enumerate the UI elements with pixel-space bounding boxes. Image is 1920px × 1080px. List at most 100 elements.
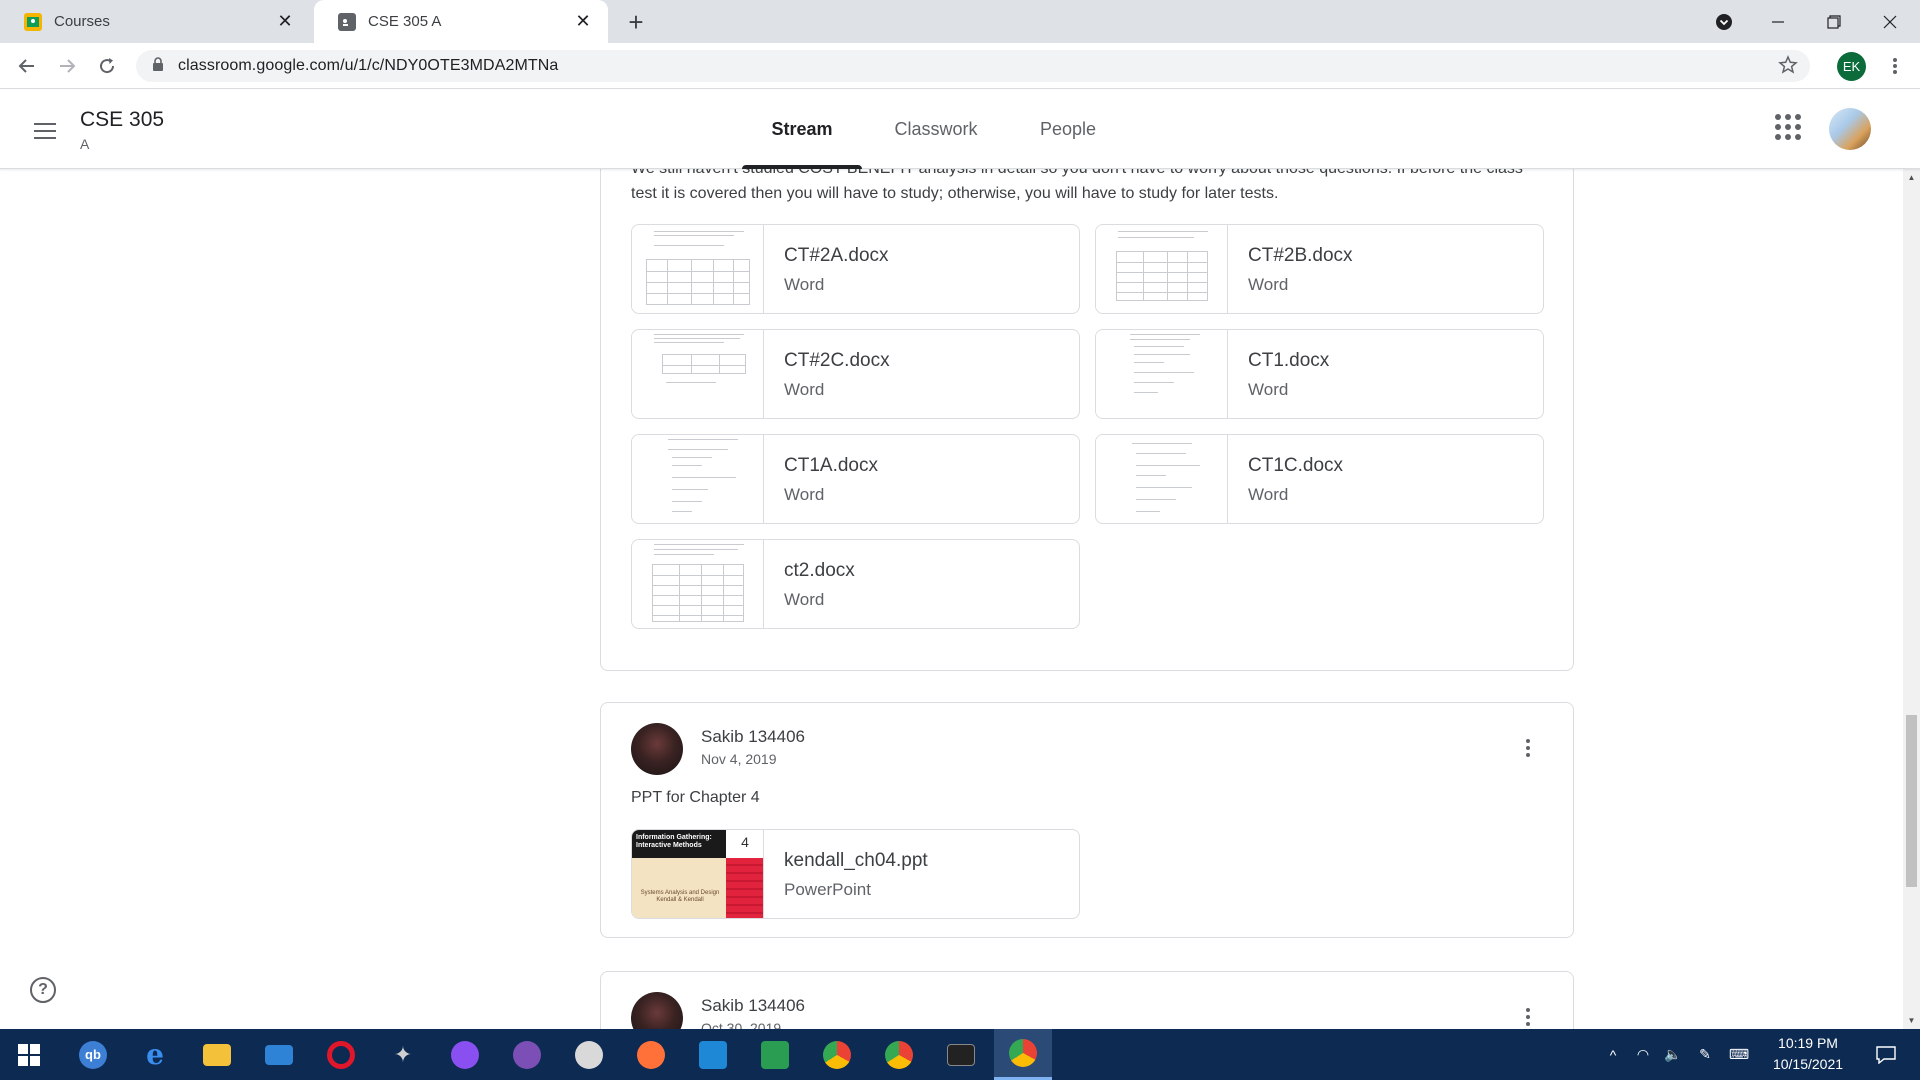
- paint-app-icon[interactable]: [560, 1029, 618, 1080]
- help-icon[interactable]: ?: [30, 977, 56, 1003]
- attachment-ct2[interactable]: ct2.docx Word: [631, 539, 1080, 629]
- attachment-kendall-ch04[interactable]: Information Gathering: Interactive Metho…: [631, 829, 1080, 919]
- address-bar[interactable]: classroom.google.com/u/1/c/NDY0OTE3MDA2M…: [136, 50, 1810, 82]
- class-title[interactable]: CSE 305: [80, 108, 164, 132]
- attachment-type: Word: [1248, 485, 1289, 504]
- post-date[interactable]: Oct 30, 2019: [701, 1020, 781, 1029]
- github-icon[interactable]: [498, 1029, 556, 1080]
- post-options-icon[interactable]: [1513, 1002, 1543, 1029]
- post-options-icon[interactable]: [1513, 733, 1543, 763]
- announcement-text: We still haven't studied COST BENEFIT an…: [631, 169, 1523, 202]
- document-thumbnail: [1096, 435, 1228, 523]
- post-author: Sakib 134406: [701, 727, 805, 746]
- attachment-ct1c[interactable]: CT1C.docx Word: [1095, 434, 1544, 524]
- thumb-caption: Systems Analysis and Design Kendall & Ke…: [640, 890, 720, 903]
- url-text: classroom.google.com/u/1/c/NDY0OTE3MDA2M…: [178, 57, 559, 74]
- document-thumbnail: [632, 435, 764, 523]
- keyboard-icon[interactable]: ⌨: [1724, 1029, 1754, 1080]
- chrome-profile-icon[interactable]: [808, 1029, 866, 1080]
- post-text: PPT for Chapter 4: [631, 789, 760, 806]
- classroom-header: CSE 305 A Stream Classwork People: [0, 90, 1920, 169]
- chrome-icon[interactable]: [870, 1029, 928, 1080]
- account-avatar[interactable]: [1829, 108, 1871, 150]
- qbittorrent-icon[interactable]: qb: [64, 1029, 122, 1080]
- scroll-up-arrow-icon[interactable]: ▲: [1903, 169, 1920, 186]
- scrollbar-thumb[interactable]: [1906, 715, 1917, 887]
- clock-time: 10:19 PM: [1778, 1035, 1838, 1051]
- minimize-window-icon[interactable]: [1750, 0, 1806, 43]
- tab-title: Courses: [54, 13, 110, 30]
- post-date[interactable]: Nov 4, 2019: [701, 751, 777, 767]
- opera-icon[interactable]: [312, 1029, 370, 1080]
- windows-start-icon[interactable]: [0, 1029, 58, 1080]
- attachment-type: Word: [1248, 275, 1289, 294]
- attachment-ct2a[interactable]: CT#2A.docx Word: [631, 224, 1080, 314]
- google-apps-icon[interactable]: [1775, 114, 1801, 140]
- presentation-thumbnail: Information Gathering: Interactive Metho…: [632, 830, 764, 918]
- chrome-profile-avatar[interactable]: EK: [1837, 52, 1866, 81]
- thumb-red-stripes: [726, 858, 763, 918]
- scroll-down-arrow-icon[interactable]: ▼: [1903, 1012, 1920, 1029]
- tab-people[interactable]: People: [1020, 90, 1116, 169]
- stream-content: We still haven't studied COST BENEFIT an…: [0, 169, 1905, 1029]
- file-explorer-icon[interactable]: [188, 1029, 246, 1080]
- vscode-icon[interactable]: [684, 1029, 742, 1080]
- tab-search-icon[interactable]: [1696, 0, 1752, 43]
- document-thumbnail: [1096, 225, 1228, 313]
- browser-tab-courses[interactable]: Courses ✕: [0, 0, 310, 43]
- network-icon[interactable]: ◠: [1630, 1029, 1656, 1080]
- satellite-app-icon[interactable]: ✦: [374, 1029, 432, 1080]
- close-tab-icon[interactable]: ✕: [572, 11, 594, 33]
- tab-stream-label: Stream: [771, 119, 833, 139]
- attachment-type: Word: [784, 590, 825, 609]
- document-thumbnail: [632, 225, 764, 313]
- clock-date: 10/15/2021: [1772, 1056, 1844, 1072]
- thumb-title: Information Gathering: Interactive Metho…: [632, 830, 726, 858]
- tab-people-label: People: [1039, 119, 1097, 139]
- attachment-name: CT#2C.docx: [784, 350, 890, 371]
- windows-taskbar: qb e ✦ ^ ◠ 🔈 ✎ ⌨ 10:19 PM 10/15/2021: [0, 1029, 1920, 1080]
- bookmark-star-icon[interactable]: [1778, 55, 1798, 80]
- chrome-active-window-icon[interactable]: [994, 1029, 1052, 1080]
- attachment-ct1a[interactable]: CT1A.docx Word: [631, 434, 1080, 524]
- attachment-ct2b[interactable]: CT#2B.docx Word: [1095, 224, 1544, 314]
- browser-tab-strip: Courses ✕ CSE 305 A ✕ +: [0, 0, 1920, 43]
- main-menu-icon[interactable]: [28, 114, 62, 148]
- class-section: A: [80, 136, 90, 152]
- show-hidden-icons-chevron-icon[interactable]: ^: [1600, 1029, 1626, 1080]
- classroom-favicon-icon: [338, 12, 356, 31]
- attachment-type: Word: [784, 275, 825, 294]
- terminal-icon[interactable]: [932, 1029, 990, 1080]
- new-tab-button[interactable]: +: [620, 7, 652, 37]
- attachment-ct2c[interactable]: CT#2C.docx Word: [631, 329, 1080, 419]
- attachment-ct1[interactable]: CT1.docx Word: [1095, 329, 1544, 419]
- attachment-name: CT#2A.docx: [784, 245, 889, 266]
- firefox-icon[interactable]: [622, 1029, 680, 1080]
- attachment-type: PowerPoint: [784, 880, 871, 899]
- close-window-icon[interactable]: [1862, 0, 1918, 43]
- edge-browser-icon[interactable]: e: [126, 1029, 184, 1080]
- mail-icon[interactable]: [250, 1029, 308, 1080]
- volume-icon[interactable]: 🔈: [1660, 1029, 1686, 1080]
- attachment-type: Word: [784, 380, 825, 399]
- reload-icon[interactable]: [90, 49, 124, 83]
- maps-app-icon[interactable]: [746, 1029, 804, 1080]
- classroom-favicon-icon: [24, 12, 42, 31]
- back-arrow-icon[interactable]: [10, 49, 44, 83]
- messenger-icon[interactable]: [436, 1029, 494, 1080]
- document-thumbnail: [632, 540, 764, 628]
- forward-arrow-icon[interactable]: [50, 49, 84, 83]
- post-card: Sakib 134406 Oct 30, 2019: [600, 971, 1574, 1029]
- notifications-icon[interactable]: [1866, 1029, 1906, 1080]
- page-scrollbar[interactable]: ▲ ▼: [1903, 169, 1920, 1029]
- taskbar-clock[interactable]: 10:19 PM 10/15/2021: [1760, 1033, 1856, 1075]
- attachment-name: CT1.docx: [1248, 350, 1330, 371]
- close-tab-icon[interactable]: ✕: [274, 11, 296, 33]
- tab-stream[interactable]: Stream: [742, 90, 862, 169]
- pen-icon[interactable]: ✎: [1692, 1029, 1718, 1080]
- restore-window-icon[interactable]: [1806, 0, 1862, 43]
- browser-tab-cse305[interactable]: CSE 305 A ✕: [314, 0, 608, 43]
- tab-classwork[interactable]: Classwork: [874, 90, 998, 169]
- chrome-menu-icon[interactable]: [1878, 49, 1912, 83]
- lock-icon: [152, 56, 164, 76]
